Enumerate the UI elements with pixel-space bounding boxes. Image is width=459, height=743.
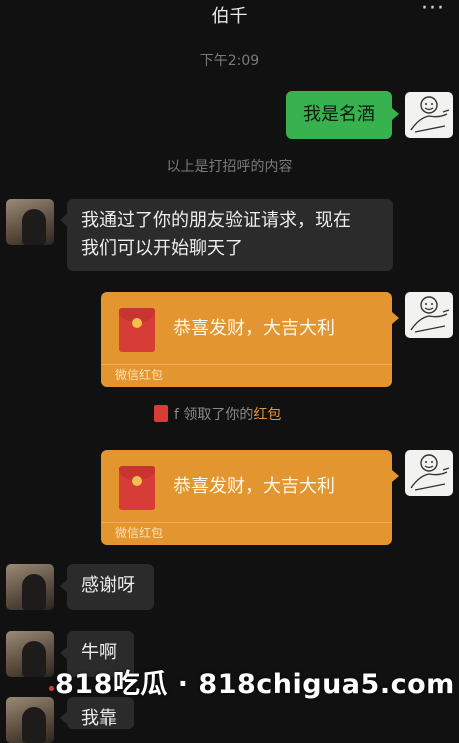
red-packet-card[interactable]: 恭喜发财，大吉大利 微信红包 [101, 292, 392, 387]
bubble-tail [392, 108, 399, 120]
red-packet-icon [119, 466, 155, 510]
red-packet-greeting: 恭喜发财，大吉大利 [173, 318, 335, 339]
contact-avatar[interactable] [6, 631, 54, 677]
greeting-system-note: 以上是打招呼的内容 [166, 159, 293, 175]
received-message-bubble[interactable]: 我靠 [67, 697, 134, 729]
packet-notice-text: f 领取了你的 [174, 407, 254, 423]
timestamp: 下午2:09 [199, 53, 260, 69]
received-message-bubble[interactable]: 我通过了你的朋友验证请求，现在 我们可以开始聊天了 [67, 199, 393, 271]
received-message-line: 我通过了你的朋友验证请求，现在 [81, 210, 351, 231]
avatar-figure [22, 641, 46, 677]
red-packet-greeting: 恭喜发财，大吉大利 [173, 476, 335, 497]
packet-claimed-notice: f 领取了你的红包 [154, 404, 281, 424]
watermark-dot [49, 686, 54, 691]
bubble-tail [60, 647, 67, 659]
bubble-tail [392, 312, 399, 324]
avatar-figure [22, 574, 46, 610]
avatar-figure [22, 209, 46, 245]
received-message-line: 我们可以开始聊天了 [81, 238, 243, 259]
my-avatar[interactable] [405, 292, 453, 338]
red-packet-card[interactable]: 恭喜发财，大吉大利 微信红包 [101, 450, 392, 545]
more-options-icon[interactable]: ··· [421, 0, 445, 21]
received-message-text: 感谢呀 [81, 575, 135, 596]
my-avatar[interactable] [405, 92, 453, 138]
bubble-tail [60, 712, 67, 724]
avatar-figure [22, 707, 46, 743]
contact-avatar[interactable] [6, 564, 54, 610]
my-avatar[interactable] [405, 450, 453, 496]
bubble-tail [392, 470, 399, 482]
sent-message-bubble[interactable]: 我是名酒 [286, 91, 392, 139]
packet-notice-link[interactable]: 红包 [253, 407, 281, 423]
red-packet-icon [119, 308, 155, 352]
cartoon-avatar-icon [410, 454, 450, 491]
bubble-tail [60, 214, 67, 226]
sent-message-text: 我是名酒 [303, 104, 375, 125]
received-message-text: 牛啊 [81, 642, 117, 663]
bubble-tail [60, 580, 67, 592]
watermark: 818吃瓜 · 818chigua5.com [55, 669, 455, 700]
chat-title: 伯千 [211, 6, 248, 27]
received-message-text: 我靠 [81, 708, 117, 729]
cartoon-avatar-icon [410, 296, 450, 333]
contact-avatar[interactable] [6, 199, 54, 245]
red-packet-label: 微信红包 [101, 522, 392, 545]
contact-avatar[interactable] [6, 697, 54, 743]
red-packet-icon [154, 405, 168, 422]
received-message-bubble[interactable]: 感谢呀 [67, 564, 154, 610]
red-packet-label: 微信红包 [101, 364, 392, 387]
cartoon-avatar-icon [410, 96, 450, 133]
